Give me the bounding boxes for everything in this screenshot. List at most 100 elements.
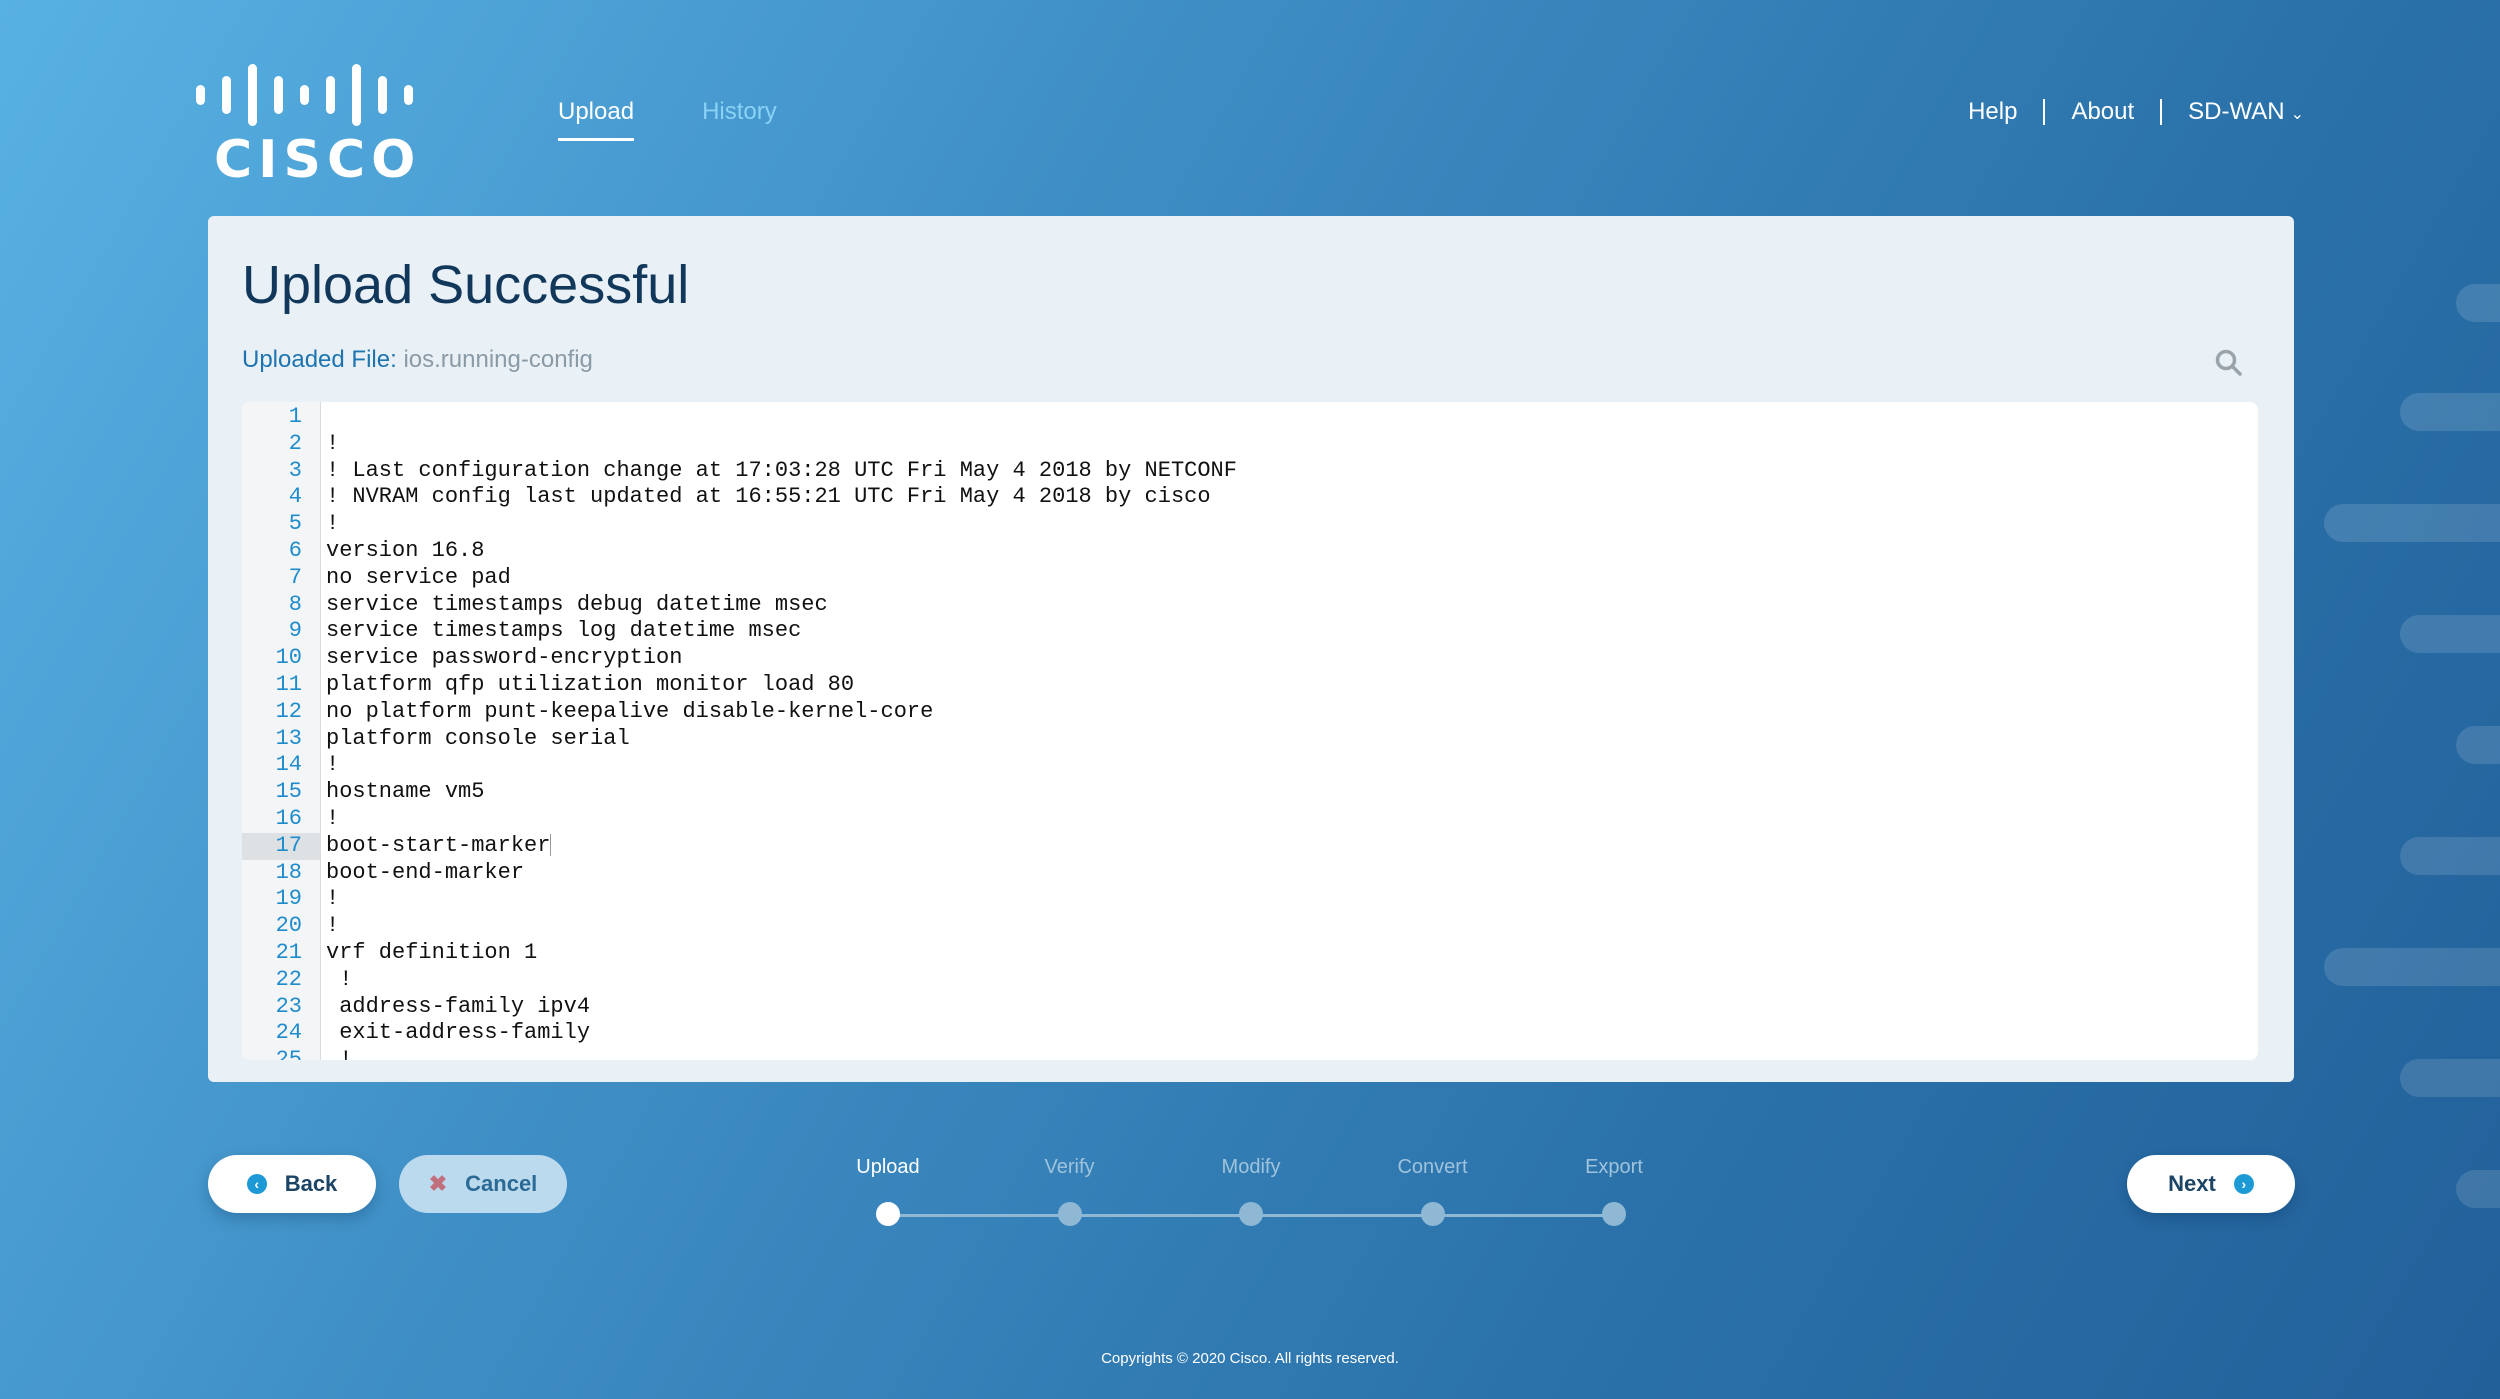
code-line[interactable]: 11 platform qfp utilization monitor load … (242, 672, 2258, 699)
decorative-pill (2400, 1059, 2500, 1097)
code-line[interactable]: 4 ! NVRAM config last updated at 16:55:21… (242, 484, 2258, 511)
main-nav: Upload History (558, 98, 777, 141)
code-line[interactable]: 7 no service pad (242, 565, 2258, 592)
line-text: vrf definition 1 (326, 939, 538, 965)
decorative-pill (2324, 948, 2500, 986)
line-number: 18 (275, 859, 302, 885)
config-editor[interactable]: 1 2! 3! Last configuration change at 17:03… (242, 402, 2258, 1060)
step-dot (1057, 1202, 1082, 1226)
step-verify[interactable]: Verify (1020, 1156, 1120, 1226)
step-export[interactable]: Export (1564, 1156, 1664, 1226)
back-button[interactable]: ‹ Back (208, 1155, 376, 1213)
line-text: boot-start-marker (326, 832, 552, 858)
line-number: 6 (288, 537, 302, 563)
code-line[interactable]: 13 platform console serial (242, 726, 2258, 753)
code-line[interactable]: 6 version 16.8 (242, 538, 2258, 565)
step-dot (1420, 1202, 1445, 1226)
line-text: ! NVRAM config last updated at 16:55:21 … (326, 484, 1211, 510)
cisco-bars-icon (196, 64, 421, 126)
code-line[interactable]: 12 no platform punt-keepalive disable-ker… (242, 699, 2258, 726)
line-text: version 16.8 (326, 537, 485, 563)
line-text: ! (326, 511, 340, 537)
line-text: no platform punt-keepalive disable-kerne… (326, 698, 934, 724)
uploaded-file-info: Uploaded File: ios.running-config (242, 346, 593, 374)
line-text: ! (326, 913, 340, 939)
line-text: service password-encryption (326, 645, 683, 671)
step-modify[interactable]: Modify (1201, 1156, 1301, 1226)
divider (2160, 99, 2163, 125)
code-line[interactable]: 16! (242, 806, 2258, 833)
decorative-pill (2324, 504, 2500, 542)
line-number: 15 (275, 779, 302, 805)
text-cursor (550, 833, 552, 856)
code-line[interactable]: 19! (242, 886, 2258, 913)
code-line[interactable]: 10 service password-encryption (242, 645, 2258, 672)
about-link[interactable]: About (2071, 98, 2134, 126)
line-number: 2 (288, 430, 302, 456)
step-dot (876, 1202, 900, 1226)
line-number: 4 (288, 484, 302, 510)
code-line[interactable]: 1 (242, 404, 2258, 431)
line-text: platform qfp utilization monitor load 80 (326, 671, 855, 697)
code-line[interactable]: 18 boot-end-marker (242, 860, 2258, 887)
step-convert[interactable]: Convert (1383, 1156, 1483, 1226)
code-line[interactable]: 15 hostname vm5 (242, 779, 2258, 806)
line-number: 17 (242, 832, 320, 860)
line-text: address-family ipv4 (326, 993, 591, 1019)
next-button[interactable]: Next › (2127, 1155, 2295, 1213)
line-number: 1 (288, 404, 302, 429)
code-line[interactable]: 22 ! (242, 967, 2258, 994)
code-line[interactable]: 5! (242, 511, 2258, 538)
code-line[interactable]: 2! (242, 431, 2258, 458)
cisco-logo[interactable]: CISCO (196, 64, 421, 186)
code-line[interactable]: 17 boot-start-marker (242, 832, 2258, 860)
logo-wordmark: CISCO (214, 130, 422, 190)
line-number: 23 (275, 993, 302, 1019)
code-line[interactable]: 24 exit-address-family (242, 1020, 2258, 1047)
top-right-menu: Help About SD-WAN ⌄ (1968, 98, 2304, 126)
step-label: Export (1585, 1156, 1643, 1178)
step-label: Verify (1044, 1156, 1095, 1178)
tab-history[interactable]: History (702, 98, 777, 141)
code-line[interactable]: 20! (242, 913, 2258, 940)
step-upload[interactable]: Upload (838, 1156, 938, 1226)
line-text: service timestamps log datetime msec (326, 618, 802, 644)
chevron-right-icon: › (2233, 1174, 2254, 1194)
chevron-left-icon: ‹ (246, 1174, 267, 1194)
step-label: Upload (856, 1156, 920, 1178)
line-number: 14 (275, 752, 302, 778)
decorative-pill (2456, 726, 2500, 764)
code-line[interactable]: 8 service timestamps debug datetime msec (242, 592, 2258, 619)
line-text: ! Last configuration change at 17:03:28 … (326, 457, 1237, 483)
line-number: 20 (275, 913, 302, 939)
line-text: ! (326, 752, 340, 778)
line-number: 12 (275, 698, 302, 724)
uploaded-file-label: Uploaded File: (242, 346, 397, 373)
page-title: Upload Successful (242, 255, 690, 315)
code-line[interactable]: 23 address-family ipv4 (242, 994, 2258, 1021)
code-line[interactable]: 3 ! Last configuration change at 17:03:28… (242, 458, 2258, 485)
code-line[interactable]: 9 service timestamps log datetime msec (242, 618, 2258, 645)
help-link[interactable]: Help (1968, 98, 2017, 126)
product-dropdown[interactable]: SD-WAN ⌄ (2188, 98, 2304, 126)
line-number: 11 (275, 671, 302, 697)
tab-upload[interactable]: Upload (558, 98, 635, 141)
cancel-label: Cancel (465, 1171, 538, 1196)
line-text: ! (326, 966, 353, 992)
code-line[interactable]: 14! (242, 752, 2258, 779)
upload-result-card: Upload Successful Uploaded File: ios.run… (208, 216, 2294, 1082)
cancel-button[interactable]: ✖ Cancel (399, 1155, 567, 1213)
search-icon[interactable] (2214, 348, 2244, 378)
line-number: 8 (288, 591, 302, 617)
line-text: ! (326, 886, 340, 912)
decorative-pill (2456, 1170, 2500, 1208)
step-dot (1602, 1202, 1626, 1226)
line-text: service timestamps debug datetime msec (326, 591, 828, 617)
line-text: ! (326, 1047, 353, 1060)
code-line[interactable]: 21 vrf definition 1 (242, 940, 2258, 967)
line-text: platform console serial (326, 725, 630, 751)
decorative-pill (2400, 837, 2500, 875)
code-line[interactable]: 25 ! (242, 1047, 2258, 1060)
editor-lines: 1 2! 3! Last configuration change at 17:03… (242, 404, 2258, 1060)
line-number: 24 (275, 1020, 302, 1046)
